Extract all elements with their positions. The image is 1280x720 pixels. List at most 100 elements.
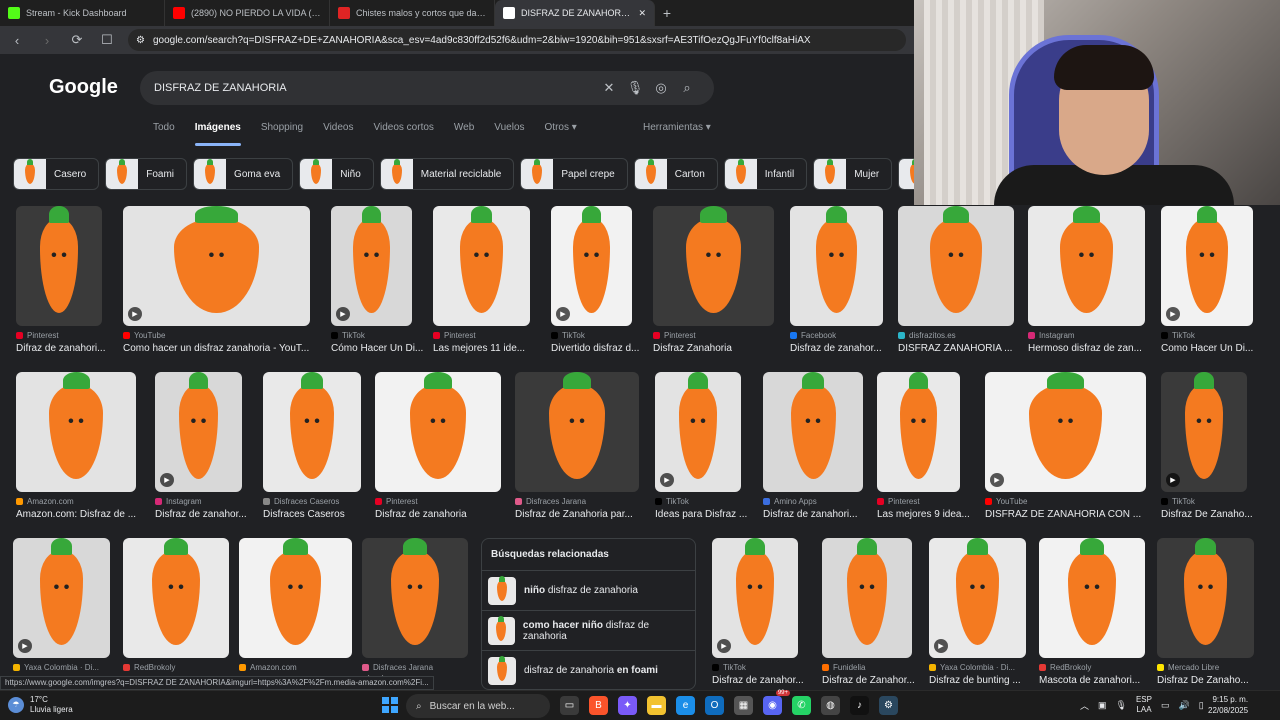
result-source[interactable]: TikTok [712,663,818,672]
result-title[interactable]: Difraz de zanahori... [16,343,137,354]
result-source[interactable]: Disfraces Jarana [515,497,659,506]
tab-1[interactable]: Imágenes [194,122,241,146]
tray-app-icon[interactable]: ▣ [1098,700,1107,711]
image-result[interactable]: FunideliaDisfraz de Zanahor... [822,538,915,698]
clock[interactable]: 9:15 p. m. 22/08/2025 [1208,694,1248,716]
result-thumbnail[interactable] [239,538,352,658]
result-thumbnail[interactable] [1039,538,1145,658]
image-result[interactable]: ▶TikTokIdeas para Disfraz ... [655,372,747,532]
related-search-item[interactable]: disfraz de zanahoria en foami [482,650,695,690]
forward-icon[interactable]: › [38,33,56,48]
result-thumbnail[interactable] [16,372,136,492]
result-source[interactable]: RedBrokoly [1039,663,1165,672]
image-result[interactable]: ▶ Yaxa Colombia · Di... [13,538,110,698]
result-title[interactable]: Disfraz de zanahor... [155,509,277,520]
result-thumbnail[interactable] [16,206,102,326]
whatsapp-icon[interactable]: ✆ [792,696,811,715]
lens-icon[interactable]: ◎ [648,80,674,96]
search-input[interactable]: DISFRAZ DE ZANAHORIA [154,82,596,94]
url-input[interactable]: ⚙ google.com/search?q=DISFRAZ+DE+ZANAHOR… [128,29,906,51]
image-result[interactable]: ▶TikTokDisfraz de zanahor... [712,538,804,698]
related-search-item[interactable]: como hacer niño disfraz de zanahoria [482,610,695,650]
related-search-item[interactable]: niño disfraz de zanahoria [482,570,695,610]
result-source[interactable]: Mercado Libre [1157,663,1274,672]
result-source[interactable]: disfrazitos.es [898,331,1034,340]
result-thumbnail[interactable] [123,538,229,658]
image-result[interactable]: PinterestLas mejores 11 ide... [433,206,530,366]
result-thumbnail[interactable]: ▶ [985,372,1146,492]
result-source[interactable]: Yaxa Colombia · Di... [929,663,1046,672]
result-title[interactable]: DISFRAZ ZANAHORIA ... [898,343,1049,354]
chip-6[interactable]: Carton [633,158,718,190]
result-thumbnail[interactable] [515,372,639,492]
chip-7[interactable]: Infantil [723,158,808,190]
result-thumbnail[interactable] [898,206,1014,326]
copilot-icon[interactable]: ✦ [618,696,637,715]
tab-2[interactable]: Shopping [261,122,303,146]
result-source[interactable]: Amino Apps [763,497,883,506]
result-thumbnail[interactable]: ▶ [551,206,632,326]
chip-3[interactable]: Niño [299,158,374,190]
result-source[interactable]: Instagram [155,497,262,506]
result-source[interactable]: Pinterest [433,331,550,340]
result-thumbnail[interactable]: ▶ [1161,372,1247,492]
result-source[interactable]: Pinterest [375,497,521,506]
image-result[interactable]: InstagramHermoso disfraz de zan... [1028,206,1145,366]
weather-widget[interactable]: ☂ 17°C Lluvia ligera [8,695,73,715]
image-result[interactable]: Disfraces Jaranaeja de ... [362,538,468,698]
result-thumbnail[interactable] [1157,538,1254,658]
result-thumbnail[interactable] [1028,206,1145,326]
result-source[interactable]: Funidelia [822,663,932,672]
discord-icon[interactable]: ◉ 99+ [763,690,790,715]
result-title[interactable]: Divertido disfraz d... [551,343,667,354]
tab-4[interactable]: Videos cortos [374,122,434,146]
outlook-icon[interactable]: O [705,696,724,715]
tab-close-icon[interactable]: ✕ [638,8,646,19]
result-title[interactable]: Disfraz de zanahor... [712,675,833,686]
edge-icon[interactable]: e [676,696,695,715]
image-result[interactable]: ▶Yaxa Colombia · Di...Disfraz de bunting… [929,538,1026,698]
result-thumbnail[interactable] [822,538,912,658]
file-explorer-icon[interactable]: ▬ [647,696,666,715]
image-result[interactable]: Amino AppsDisfraz de zanahori... [763,372,863,532]
tray-mic-icon[interactable]: 🎙 [1116,700,1127,711]
result-source[interactable]: YouTube [985,497,1166,506]
store-icon[interactable]: ▦ [734,696,753,715]
image-result[interactable]: PinterestLas mejores 9 idea... [877,372,970,532]
result-source[interactable]: TikTok [1161,331,1273,340]
tab-6[interactable]: Vuelos [494,122,524,146]
tray-chevron-icon[interactable]: ︿ [1080,699,1089,712]
image-result[interactable]: disfrazitos.esDISFRAZ ZANAHORIA ... [898,206,1014,366]
image-result[interactable]: PinterestDisfraz Zanahoria [653,206,774,366]
result-source[interactable]: Disfraces Jarana [362,663,488,672]
result-source[interactable]: Amazon.com [239,663,372,672]
result-thumbnail[interactable] [653,206,774,326]
chip-0[interactable]: Casero [13,158,100,190]
language-indicator[interactable]: ESP LAA [1136,695,1152,715]
image-result[interactable]: FacebookDisfraz de zanahor... [790,206,883,366]
image-result[interactable]: ▶TikTokDisfraz De Zanaho... [1161,372,1253,532]
clear-icon[interactable]: ✕ [596,80,622,96]
search-box[interactable]: DISFRAZ DE ZANAHORIA ✕ 🎙 ◎ ⌕ [140,71,714,105]
image-result[interactable]: RedBrokolyMascota de zanahori... [1039,538,1145,698]
result-title[interactable]: Como hacer un disfraz zanahoria - YouT..… [123,343,345,354]
result-thumbnail[interactable] [263,372,361,492]
result-thumbnail[interactable] [362,538,468,658]
new-tab-icon[interactable]: + [655,5,679,21]
result-thumbnail[interactable]: ▶ [929,538,1026,658]
chip-4[interactable]: Material reciclable [379,158,515,190]
result-title[interactable]: Disfraz De Zanaho... [1161,509,1280,520]
image-result[interactable]: ▶TikTokCómo Hacer Un Di... [331,206,423,366]
result-source[interactable]: Pinterest [16,331,122,340]
chip-2[interactable]: Goma eva [193,158,294,190]
google-logo[interactable]: Google [49,76,118,99]
network-icon[interactable]: ▭ [1161,700,1170,711]
result-source[interactable]: TikTok [331,331,432,340]
result-thumbnail[interactable]: ▶ [155,372,242,492]
result-source[interactable]: Pinterest [653,331,794,340]
result-thumbnail[interactable] [790,206,883,326]
volume-icon[interactable]: 🔊 [1179,700,1190,711]
image-result[interactable]: ▶TikTokDivertido disfraz d... [551,206,639,366]
result-thumbnail[interactable]: ▶ [1161,206,1253,326]
image-result[interactable]: PinterestDisfraz de zanahoria [375,372,501,532]
